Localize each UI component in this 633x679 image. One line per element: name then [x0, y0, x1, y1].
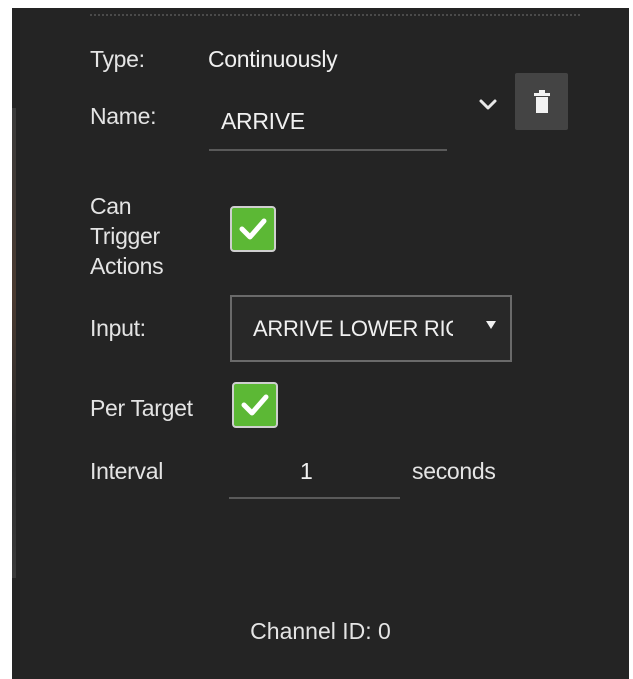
can-trigger-label-line3: Actions [90, 253, 164, 279]
type-value: Continuously [208, 46, 338, 72]
background-strip [12, 108, 16, 578]
input-select[interactable]: ARRIVE LOWER RIGHT [230, 295, 512, 362]
interval-input-underline [229, 497, 400, 499]
trigger-settings-panel: Type: Continuously Name: ARRIVE Can Trig… [12, 8, 629, 679]
per-target-checkbox[interactable] [232, 382, 278, 428]
can-trigger-checkbox[interactable] [230, 206, 276, 252]
type-label: Type: [90, 46, 145, 72]
top-divider [90, 14, 580, 16]
interval-unit: seconds [412, 458, 496, 484]
can-trigger-label-line2: Trigger [90, 223, 160, 249]
per-target-label: Per Target [90, 395, 193, 421]
caret-down-icon [486, 321, 496, 329]
interval-label: Interval [90, 458, 164, 484]
interval-input[interactable]: 1 [300, 458, 313, 484]
chevron-down-icon[interactable] [475, 92, 501, 118]
delete-button[interactable] [515, 73, 568, 130]
input-select-value: ARRIVE LOWER RIGHT [253, 316, 453, 341]
channel-id: Channel ID: 0 [250, 618, 391, 644]
name-input-underline [209, 149, 447, 151]
name-input[interactable]: ARRIVE [221, 108, 305, 134]
input-label: Input: [90, 315, 146, 341]
name-label: Name: [90, 103, 157, 129]
trash-icon [533, 89, 550, 113]
check-icon [239, 218, 267, 240]
can-trigger-label-line1: Can [90, 193, 132, 219]
check-icon [241, 394, 269, 416]
